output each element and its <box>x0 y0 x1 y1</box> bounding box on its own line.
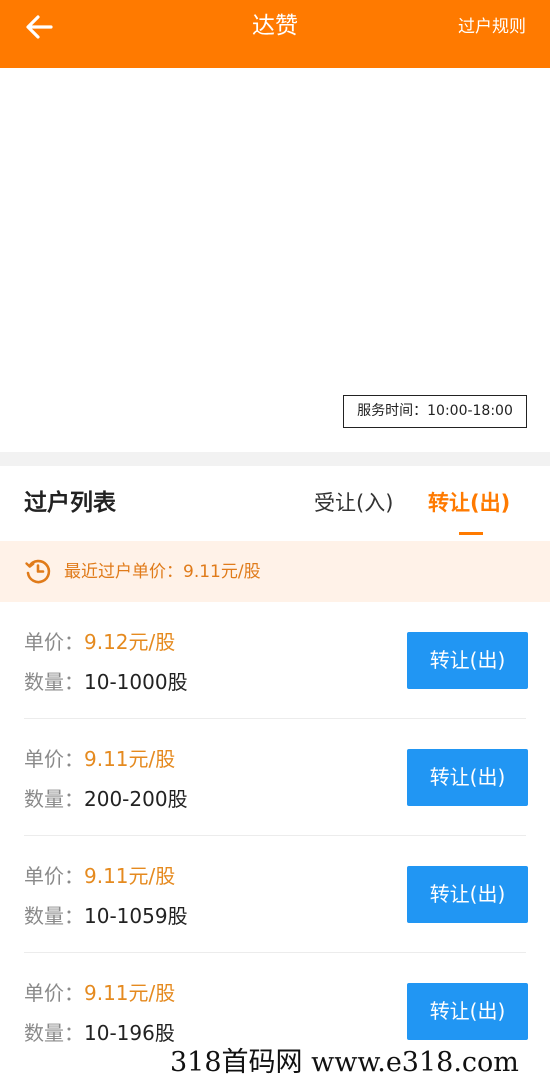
watermark-text: 318首码网 www.e318.com <box>170 1047 519 1078</box>
list-item: 单价：9.11元/股 数量：200-200股 转让(出) <box>0 719 550 836</box>
quantity-row: 数量：200-200股 <box>24 785 188 813</box>
quantity-value: 10-196股 <box>84 1021 175 1045</box>
tab-receive[interactable]: 受让(入) <box>314 488 393 518</box>
quantity-label: 数量： <box>24 904 84 928</box>
price-label: 单价： <box>24 630 84 654</box>
active-tab-indicator <box>459 532 483 535</box>
price-value: 9.11元/股 <box>84 747 176 771</box>
transfer-out-button[interactable]: 转让(出) <box>407 983 528 1040</box>
quantity-row: 数量：10-196股 <box>24 1019 175 1047</box>
section-divider <box>0 452 550 466</box>
transfer-rules-link[interactable]: 过户规则 <box>458 14 526 40</box>
quantity-value: 200-200股 <box>84 787 188 811</box>
list-item: 单价：9.12元/股 数量：10-1000股 转让(出) <box>0 602 550 719</box>
transfer-out-button[interactable]: 转让(出) <box>407 866 528 923</box>
price-label: 单价： <box>24 981 84 1005</box>
quantity-label: 数量： <box>24 787 84 811</box>
price-value: 9.11元/股 <box>84 864 176 888</box>
price-row: 单价：9.11元/股 <box>24 979 175 1007</box>
price-value: 9.11元/股 <box>84 981 176 1005</box>
list-item: 单价：9.11元/股 数量：10-1059股 转让(出) <box>0 836 550 953</box>
price-label: 单价： <box>24 747 84 771</box>
list-title: 过户列表 <box>24 490 116 516</box>
recent-price-bar: 最近过户单价：9.11元/股 <box>0 541 550 602</box>
transfer-out-button[interactable]: 转让(出) <box>407 632 528 689</box>
quantity-row: 数量：10-1059股 <box>24 902 188 930</box>
transfer-page: 达赞 过户规则 服务时间：10:00-18:00 过户列表 受让(入) 转让(出… <box>0 0 550 1080</box>
price-row: 单价：9.11元/股 <box>24 862 175 890</box>
quantity-label: 数量： <box>24 670 84 694</box>
price-value: 9.12元/股 <box>84 630 176 654</box>
list-header: 过户列表 受让(入) 转让(出) <box>0 466 550 541</box>
app-header: 达赞 过户规则 <box>0 0 550 68</box>
price-label: 单价： <box>24 864 84 888</box>
watermark: 318首码网 www.e318.com <box>160 1046 550 1080</box>
price-row: 单价：9.12元/股 <box>24 628 175 656</box>
transfer-out-button[interactable]: 转让(出) <box>407 749 528 806</box>
price-row: 单价：9.11元/股 <box>24 745 175 773</box>
clock-history-icon <box>25 559 51 584</box>
service-hours-badge: 服务时间：10:00-18:00 <box>343 395 527 428</box>
quantity-label: 数量： <box>24 1021 84 1045</box>
quantity-row: 数量：10-1000股 <box>24 668 188 696</box>
tab-transfer-out[interactable]: 转让(出) <box>428 488 510 518</box>
recent-price-text: 最近过户单价：9.11元/股 <box>64 562 261 582</box>
quantity-value: 10-1000股 <box>84 670 188 694</box>
quantity-value: 10-1059股 <box>84 904 188 928</box>
